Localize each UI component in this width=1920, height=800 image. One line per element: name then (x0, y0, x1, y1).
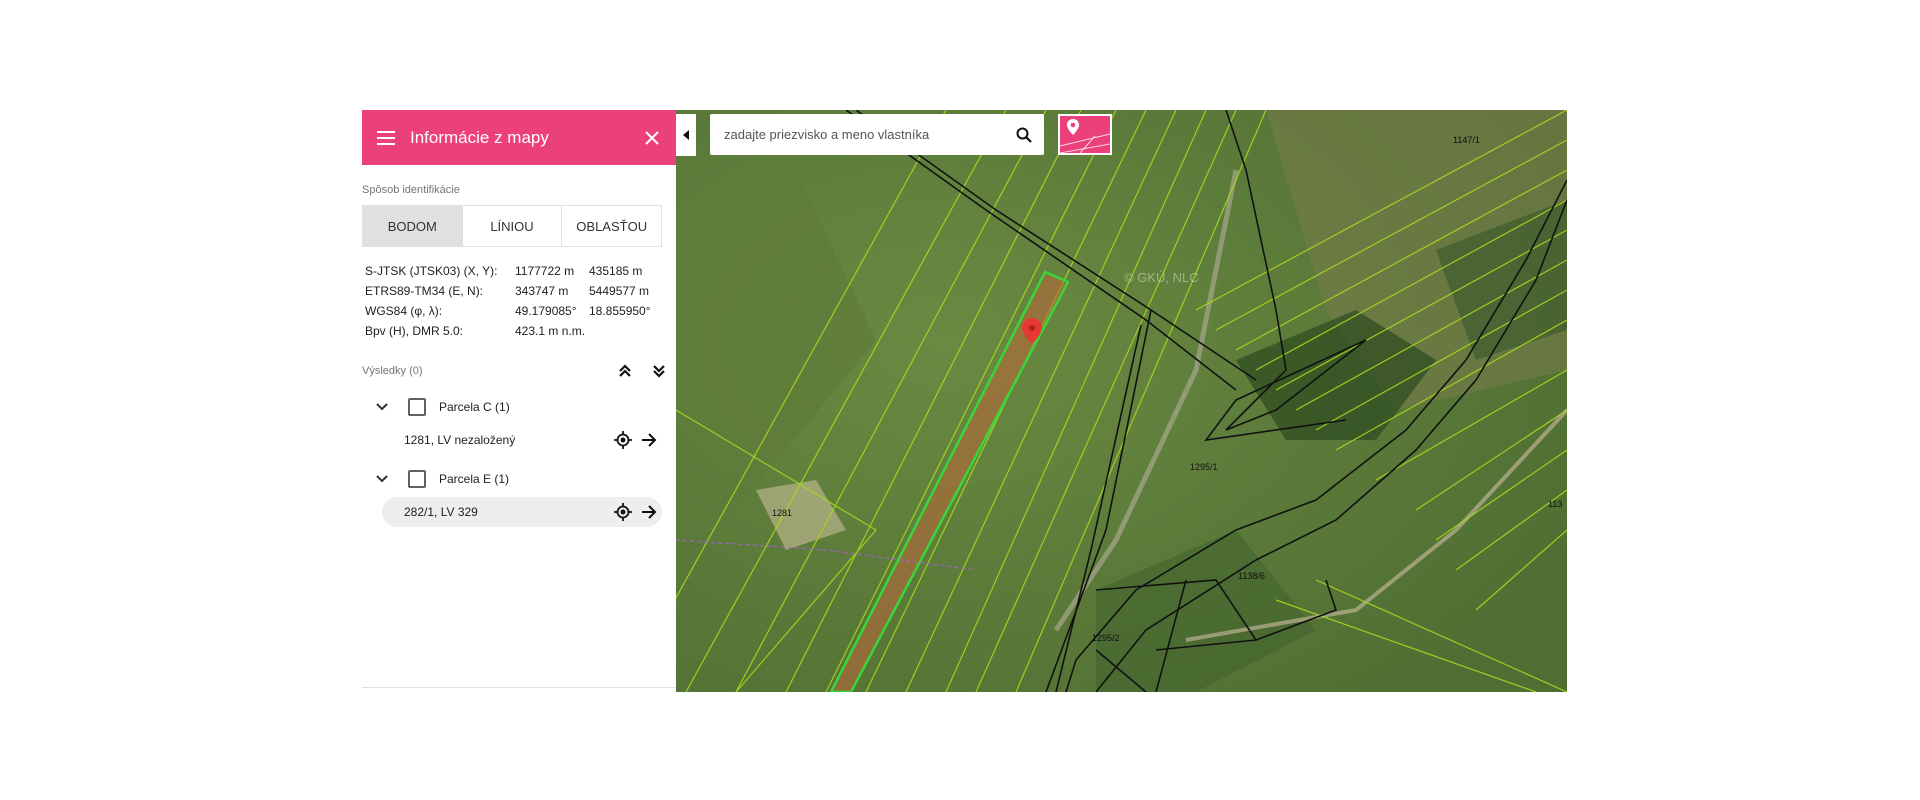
coordinate-row: Bpv (H), DMR 5.0: 423.1 m n.m. (362, 321, 676, 341)
map-watermark: © GKÚ, NLC (1124, 270, 1199, 285)
search-icon[interactable] (1004, 115, 1044, 155)
coordinate-row: ETRS89-TM34 (E, N): 343747 m 5449577 m (362, 281, 676, 301)
coordinate-label: ETRS89-TM34 (E, N): (365, 284, 484, 298)
locate-icon[interactable] (610, 499, 636, 525)
coordinate-value: 49.179085° (515, 304, 577, 318)
collapse-panel-button[interactable] (676, 114, 696, 156)
result-item-label: 1281, LV nezaložený (404, 433, 516, 447)
coordinate-value: 18.855950° (589, 304, 651, 318)
locate-icon[interactable] (610, 427, 636, 453)
arrow-right-icon[interactable] (636, 427, 662, 453)
close-icon[interactable] (628, 110, 676, 165)
info-panel: Informácie z mapy Spôsob identifikácie B… (362, 110, 676, 688)
parcel-label: 1147/1 (1453, 135, 1480, 145)
group-checkbox[interactable] (408, 398, 426, 416)
map-pin-layer-icon (1059, 119, 1111, 154)
map-canvas[interactable]: © GKÚ, NLC 1147/1 1295/1 1281 1138/6 129… (676, 110, 1567, 692)
coordinate-row: WGS84 (φ, λ): 49.179085° 18.855950° (362, 301, 676, 321)
menu-icon[interactable] (362, 110, 410, 165)
chevron-down-icon[interactable] (372, 469, 392, 489)
parcel-label: 113 (1548, 499, 1563, 509)
result-group: Parcela E (1) (362, 463, 676, 495)
coordinate-value: 423.1 m n.m. (515, 324, 586, 338)
owner-search-input[interactable] (710, 113, 1004, 156)
panel-header: Informácie z mapy (362, 110, 676, 165)
caret-left-icon (683, 130, 689, 140)
coordinate-row: S-JTSK (JTSK03) (X, Y): 1177722 m 435185… (362, 261, 676, 281)
coordinate-label: Bpv (H), DMR 5.0: (365, 324, 464, 338)
results-label: Výsledky (0) (362, 365, 423, 377)
mode-area-button[interactable]: OBLASŤOU (562, 206, 661, 246)
coordinate-value: 5449577 m (589, 284, 650, 298)
mode-line-button[interactable]: LÍNIOU (463, 206, 563, 246)
group-label: Parcela C (1) (439, 400, 510, 414)
parcel-label: 1281 (772, 508, 793, 518)
chevron-down-icon[interactable] (372, 397, 392, 417)
result-item[interactable]: 1281, LV nezaložený (382, 425, 662, 455)
mode-point-button[interactable]: BODOM (363, 206, 463, 246)
coordinate-label: WGS84 (φ, λ): (365, 304, 443, 318)
parcel-label: 1138/6 (1238, 571, 1265, 581)
result-group: Parcela C (1) (362, 391, 676, 423)
location-marker-dot (1029, 325, 1035, 331)
panel-divider (362, 687, 676, 688)
result-item-label: 282/1, LV 329 (404, 505, 478, 519)
coordinate-label: S-JTSK (JTSK03) (X, Y): (365, 264, 498, 278)
result-item[interactable]: 282/1, LV 329 (382, 497, 662, 527)
map-layer-switch-button[interactable] (1058, 114, 1112, 155)
coordinate-value: 1177722 m (515, 264, 575, 278)
expand-all-icon[interactable] (608, 359, 642, 383)
owner-search-box (710, 113, 1044, 156)
coordinate-value: 343747 m (515, 284, 569, 298)
identification-mode-group: BODOM LÍNIOU OBLASŤOU (362, 205, 662, 247)
coordinate-value: 435185 m (589, 264, 643, 278)
identification-label: Spôsob identifikácie (362, 184, 460, 196)
parcel-label: 1295/1 (1190, 462, 1218, 472)
panel-title: Informácie z mapy (410, 127, 549, 147)
parcel-label: 1295/2 (1092, 633, 1120, 643)
results-header: Výsledky (0) (362, 359, 676, 383)
coordinates-table: S-JTSK (JTSK03) (X, Y): 1177722 m 435185… (362, 261, 676, 341)
arrow-right-icon[interactable] (636, 499, 662, 525)
group-label: Parcela E (1) (439, 472, 510, 486)
collapse-all-icon[interactable] (642, 359, 676, 383)
group-checkbox[interactable] (408, 470, 426, 488)
